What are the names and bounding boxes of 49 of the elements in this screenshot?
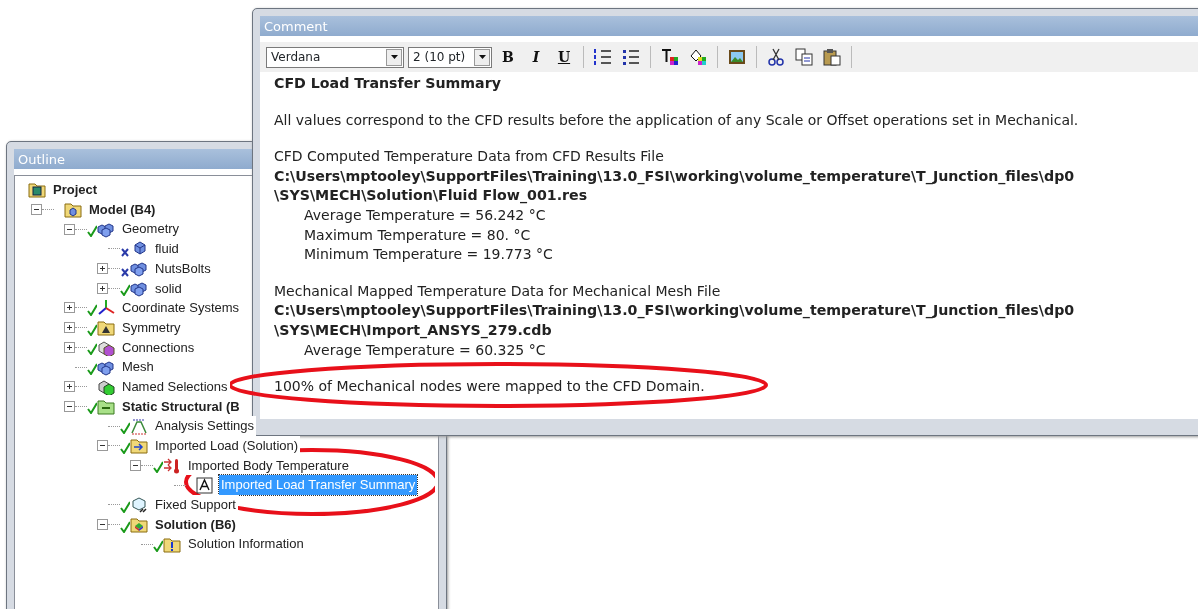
- folder-icon: [130, 437, 148, 455]
- expander-icon[interactable]: [97, 282, 108, 294]
- folder-icon: [28, 181, 46, 199]
- expander-icon[interactable]: [130, 459, 141, 471]
- body-text: Maximum Temperature = 80. °C: [303, 225, 532, 245]
- folder-icon: [163, 535, 181, 553]
- caret-icon: [478, 55, 486, 59]
- expander-icon[interactable]: [64, 302, 75, 314]
- thermometer-icon: [163, 456, 181, 474]
- expander-icon[interactable]: [64, 381, 75, 393]
- heading-text: C:\Users\mptooley\SupportFiles\Training\13.0_FSI\working\volume_temperature\T_Junction_files\dp0: [274, 301, 1076, 321]
- heading-text: CFD Load Transfer Summary: [274, 74, 502, 93]
- body-text: All values correspond to the CFD results before the application of any Scale or Offset operations set in Mechanical.: [274, 110, 1080, 130]
- folder-icon: [97, 319, 115, 337]
- expander-icon[interactable]: [64, 400, 75, 412]
- axes-icon: [97, 299, 115, 317]
- text-document-icon: [196, 476, 214, 494]
- cubes-icon: [97, 378, 115, 396]
- expander-icon[interactable]: [64, 341, 75, 353]
- expander-icon[interactable]: [64, 223, 75, 235]
- cubes-icon: [130, 260, 148, 278]
- italic-button[interactable]: I: [524, 45, 548, 69]
- heading-text: C:\Users\mptooley\SupportFiles\Training\13.0_FSI\working\volume_temperature\T_Junction_files\dp0: [274, 166, 1076, 187]
- folder-icon: [130, 516, 148, 534]
- expander-icon[interactable]: [31, 204, 42, 216]
- body-text: Average Temperature = 60.325 °C: [303, 340, 547, 360]
- body-text: Mechanical Mapped Temperature Data for Mechanical Mesh File: [274, 281, 722, 301]
- expander-icon[interactable]: [97, 263, 108, 275]
- folder-icon: [64, 201, 82, 219]
- expander-icon[interactable]: [97, 519, 108, 531]
- cube-icon: [130, 496, 148, 514]
- heading-text: \SYS\MECH\Import_ANSYS_279.cdb: [274, 320, 553, 341]
- folder-icon: [97, 397, 115, 415]
- curve-icon: [130, 417, 148, 435]
- tree-item[interactable]: Imported Body Temperature: [186, 455, 351, 476]
- font-dropdown[interactable]: Verdana: [266, 46, 404, 68]
- underline-button[interactable]: U: [552, 45, 576, 69]
- heading-text: \SYS\MECH\Solution\Fluid Flow_001.res: [274, 186, 589, 206]
- body-text: Average Temperature = 56.242 °C: [303, 205, 547, 225]
- bold-button[interactable]: B: [496, 45, 520, 69]
- tree-item[interactable]: Fixed Support: [153, 495, 238, 515]
- body-text: Minimum Temperature = 19.773 °C: [303, 245, 554, 265]
- expander-icon[interactable]: [97, 440, 108, 452]
- tree-item[interactable]: Analysis Settings: [153, 416, 256, 436]
- window-title: Comment: [260, 16, 1198, 36]
- caret-icon: [390, 55, 398, 59]
- body-text: 100% of Mechanical nodes were mapped to the CFD Domain.: [274, 377, 706, 397]
- expander-icon[interactable]: [64, 322, 75, 334]
- size-dropdown[interactable]: 2 (10 pt): [408, 46, 492, 68]
